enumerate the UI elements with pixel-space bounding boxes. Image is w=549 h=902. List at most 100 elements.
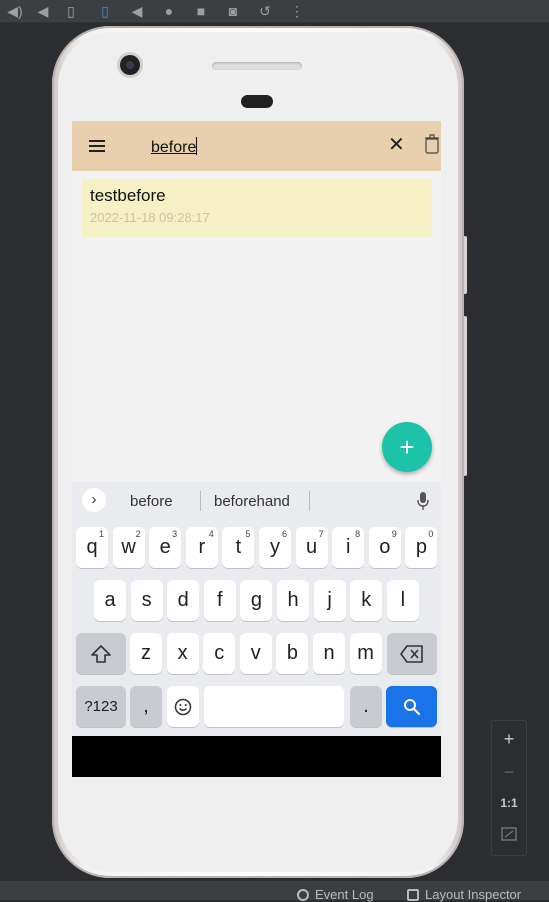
earpiece-speaker	[212, 62, 302, 70]
zoom-out-button[interactable]: −	[492, 758, 526, 786]
add-note-button[interactable]: +	[382, 422, 432, 472]
search-input[interactable]: before	[151, 137, 198, 157]
trash-icon[interactable]	[425, 134, 439, 154]
search-key[interactable]	[386, 686, 437, 727]
key-hint-number: 6	[281, 529, 287, 539]
key-a[interactable]: a	[94, 580, 126, 621]
fit-screen-icon	[501, 827, 517, 841]
symbols-key[interactable]: ?123	[76, 686, 126, 727]
ide-status-bar: Event Log Layout Inspector	[0, 880, 549, 902]
home-icon[interactable]: ●	[160, 2, 178, 20]
key-w[interactable]: w2	[112, 527, 145, 568]
key-s[interactable]: s	[130, 580, 163, 621]
key-hint-number: 3	[172, 529, 178, 539]
camera-icon[interactable]: ◙	[224, 2, 242, 20]
key-h[interactable]: h	[277, 580, 309, 621]
suggestion-divider	[200, 491, 201, 511]
key-z[interactable]: z	[130, 633, 162, 674]
key-y[interactable]: y6	[259, 527, 291, 568]
search-input-value: before	[151, 139, 197, 156]
key-b[interactable]: b	[276, 633, 309, 674]
key-label: r	[198, 536, 206, 558]
key-f[interactable]: f	[203, 580, 236, 621]
snapshot-icon[interactable]: ↺	[256, 2, 274, 20]
key-o[interactable]: o9	[368, 527, 401, 568]
event-log-link[interactable]: Event Log	[297, 887, 374, 902]
shift-key[interactable]	[76, 633, 126, 674]
key-label: t	[235, 536, 242, 558]
zoom-fit-button[interactable]	[492, 821, 526, 849]
phone-screen: before ✕ testbefore 2022-11-18 09:28:17 …	[72, 121, 441, 777]
key-label: y	[270, 536, 280, 558]
key-i[interactable]: i8	[332, 527, 365, 568]
comma-key[interactable]: ,	[130, 686, 162, 727]
key-label: o	[379, 536, 391, 558]
close-icon[interactable]: ✕	[388, 135, 405, 155]
key-l[interactable]: l	[386, 580, 419, 621]
event-log-label: Event Log	[315, 887, 374, 902]
overview-icon[interactable]: ■	[192, 2, 210, 20]
more-icon[interactable]: ⋮	[288, 2, 306, 20]
key-p[interactable]: p0	[405, 527, 438, 568]
volume-down-icon[interactable]: ◀	[34, 2, 52, 20]
key-hint-number: 8	[355, 529, 361, 539]
zoom-actual-size-button[interactable]: 1:1	[492, 789, 526, 817]
front-camera	[120, 55, 140, 75]
note-card[interactable]: testbefore 2022-11-18 09:28:17	[82, 179, 432, 237]
backspace-icon	[400, 645, 423, 663]
key-v[interactable]: v	[239, 633, 272, 674]
soft-keyboard: q1w2e3r4t5y6u7i8o9p0 asdfghjkl zxcvbnm ?…	[72, 520, 441, 736]
key-hint-number: 1	[98, 529, 104, 539]
backspace-key[interactable]	[387, 633, 437, 674]
navigation-bar	[72, 736, 441, 777]
rotate-right-icon[interactable]: ▯	[96, 2, 114, 20]
key-e[interactable]: e3	[149, 527, 182, 568]
key-label: i	[345, 536, 351, 558]
key-hint-number: 9	[391, 529, 397, 539]
key-t[interactable]: t5	[222, 527, 255, 568]
zoom-in-button[interactable]: +	[492, 725, 526, 753]
back-icon[interactable]: ◀	[128, 2, 146, 20]
app-bar: before ✕	[72, 121, 441, 171]
key-d[interactable]: d	[167, 580, 200, 621]
suggestion-divider	[309, 491, 310, 511]
shift-icon	[91, 645, 111, 663]
key-label: p	[415, 536, 427, 558]
note-date: 2022-11-18 09:28:17	[90, 210, 210, 225]
key-q[interactable]: q1	[76, 527, 108, 568]
key-label: u	[306, 536, 318, 558]
key-j[interactable]: j	[313, 580, 346, 621]
layout-inspector-label: Layout Inspector	[425, 887, 522, 902]
menu-icon[interactable]	[89, 140, 105, 152]
emulator-toolbar: ◀) ◀ ▯ ▯ ◀ ● ■ ◙ ↺ ⋮	[0, 0, 549, 23]
emoji-key[interactable]	[167, 686, 199, 727]
period-key[interactable]: .	[350, 686, 382, 727]
volume-up-icon[interactable]: ◀)	[6, 2, 24, 20]
key-n[interactable]: n	[313, 633, 345, 674]
key-hint-number: 2	[135, 529, 141, 539]
proximity-sensor	[241, 95, 273, 108]
space-key[interactable]	[204, 686, 344, 727]
layout-inspector-link[interactable]: Layout Inspector	[407, 887, 521, 902]
key-hint-number: 0	[428, 529, 434, 539]
zoom-panel: + − 1:1	[491, 720, 527, 856]
search-icon	[403, 699, 420, 716]
rotate-left-icon[interactable]: ▯	[62, 2, 80, 20]
key-label: q	[86, 536, 98, 558]
keyboard-suggestion-bar: › before beforehand	[72, 482, 441, 520]
key-c[interactable]: c	[203, 633, 236, 674]
suggestion-before[interactable]: before	[130, 493, 173, 510]
key-m[interactable]: m	[349, 633, 382, 674]
key-u[interactable]: u7	[295, 527, 328, 568]
key-hint-number: 4	[208, 529, 214, 539]
key-g[interactable]: g	[240, 580, 273, 621]
chevron-right-icon[interactable]: ›	[82, 488, 106, 512]
key-x[interactable]: x	[166, 633, 199, 674]
key-r[interactable]: r4	[185, 527, 218, 568]
key-label: w	[121, 536, 136, 558]
suggestion-beforehand[interactable]: beforehand	[214, 493, 290, 510]
key-k[interactable]: k	[350, 580, 383, 621]
key-label: e	[159, 536, 171, 558]
note-title: testbefore	[90, 186, 166, 205]
microphone-icon[interactable]	[417, 492, 429, 510]
